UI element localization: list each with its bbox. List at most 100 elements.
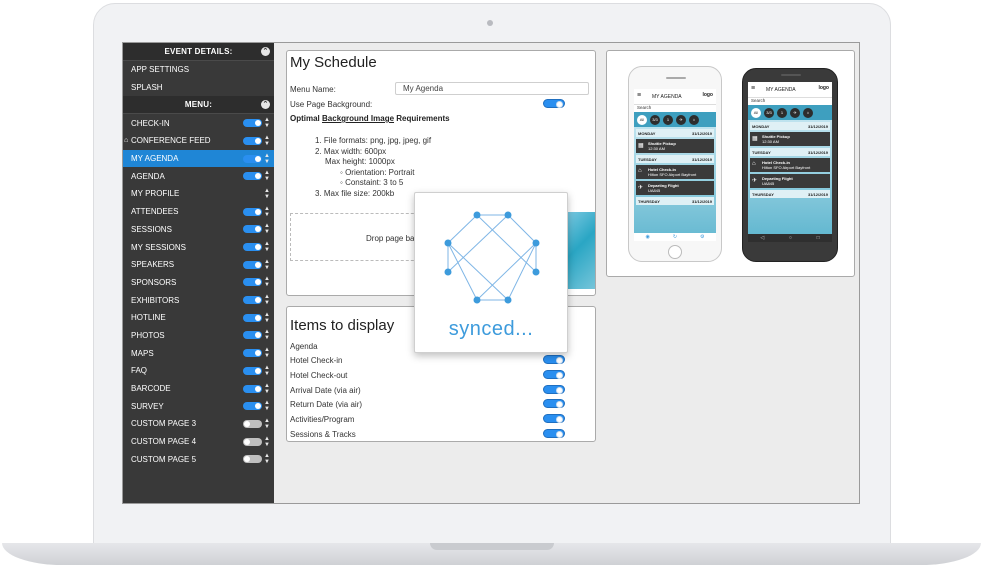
- sidebar-item-survey[interactable]: SURVEY ▲ ▼: [123, 397, 274, 415]
- sort-handle-icon[interactable]: ▲ ▼: [264, 135, 270, 147]
- sidebar-item-custom-page-4[interactable]: CUSTOM PAGE 4 ▲ ▼: [123, 433, 274, 451]
- sort-handle-icon[interactable]: ▲ ▼: [264, 365, 270, 377]
- plane-icon: ✈: [752, 178, 758, 184]
- sort-handle-icon[interactable]: ▲ ▼: [264, 153, 270, 165]
- sort-handle-icon[interactable]: ▲ ▼: [264, 117, 270, 129]
- sync-status-text: synced...: [448, 318, 534, 340]
- sidebar-item-splash[interactable]: SPLASH: [123, 79, 274, 97]
- sidebar-item-custom-page-3[interactable]: CUSTOM PAGE 3 ▲ ▼: [123, 415, 274, 433]
- event-details-header[interactable]: EVENT DETAILS: ⌃: [123, 43, 274, 61]
- event-details-label: EVENT DETAILS:: [164, 47, 233, 56]
- sidebar-item-my-profile[interactable]: MY PROFILE ▲ ▼: [123, 185, 274, 203]
- menu-item-toggle[interactable]: [243, 455, 262, 464]
- sidebar-item-speakers[interactable]: SPEAKERS ▲ ▼: [123, 256, 274, 274]
- menu-item-toggle[interactable]: [243, 384, 262, 393]
- sidebar-item-label: APP SETTINGS: [131, 65, 190, 75]
- hotel-icon: ⌂: [638, 168, 642, 174]
- sidebar-item-app-settings[interactable]: APP SETTINGS: [123, 61, 274, 79]
- sidebar: EVENT DETAILS: ⌃ APP SETTINGS SPLASH MENU…: [123, 43, 274, 503]
- sidebar-item-my-agenda[interactable]: MY AGENDA ▲ ▼: [123, 149, 274, 168]
- sidebar-item-attendees[interactable]: ATTENDEES ▲ ▼: [123, 203, 274, 221]
- sort-handle-icon[interactable]: ▲ ▼: [264, 223, 270, 235]
- preview-panel: ≡ MY AGENDA logo Search All 3/3 1 ✈ ⌂ MO…: [606, 50, 855, 277]
- display-item-toggle[interactable]: [543, 369, 565, 379]
- menu-item-toggle[interactable]: [243, 437, 262, 446]
- day-header: THURSDAY 31/12/2019: [750, 190, 830, 198]
- phone-home-button: [668, 245, 682, 259]
- menu-item-toggle[interactable]: [243, 136, 262, 145]
- background-image-link[interactable]: Background Image: [322, 114, 394, 123]
- menu-item-toggle[interactable]: [243, 119, 262, 128]
- sort-handle-icon[interactable]: ▲ ▼: [264, 400, 270, 412]
- sort-handle-icon[interactable]: ▲ ▼: [264, 206, 270, 218]
- phone-logo: logo: [702, 92, 713, 98]
- day-header: TUESDAY 31/12/2019: [750, 148, 830, 156]
- sidebar-item-conference-feed[interactable]: ⌂ CONFERENCE FEED ▲ ▼: [123, 132, 274, 150]
- sidebar-item-sponsors[interactable]: SPONSORS ▲ ▼: [123, 274, 274, 292]
- sort-handle-icon[interactable]: ▲ ▼: [264, 329, 270, 341]
- sort-handle-icon[interactable]: ▲ ▼: [264, 241, 270, 253]
- menu-name-input[interactable]: [395, 82, 589, 95]
- sidebar-item-my-sessions[interactable]: MY SESSIONS ▲ ▼: [123, 238, 274, 256]
- phone-agenda: MONDAY 31/12/2019 ▦ Shuttle Pickup 12:30 AM…: [634, 127, 716, 241]
- menu-item-toggle[interactable]: [243, 366, 262, 375]
- display-item-toggle[interactable]: [543, 399, 565, 409]
- sidebar-item-hotline[interactable]: HOTLINE ▲ ▼: [123, 309, 274, 327]
- filter-chip: 1: [777, 107, 787, 118]
- sidebar-item-agenda[interactable]: AGENDA ▲ ▼: [123, 167, 274, 185]
- phone-speaker: [781, 74, 801, 76]
- sort-handle-icon[interactable]: ▲ ▼: [264, 170, 270, 182]
- sort-handle-icon[interactable]: ▲ ▼: [264, 418, 270, 430]
- display-item-toggle[interactable]: [543, 384, 565, 394]
- phone-app-bar: ≡ MY AGENDA logo: [748, 82, 832, 97]
- menu-header[interactable]: MENU: ⌃: [123, 96, 274, 115]
- menu-item-toggle[interactable]: [243, 154, 262, 163]
- menu-item-toggle[interactable]: [243, 349, 262, 358]
- plane-icon: ✈: [790, 107, 800, 118]
- agenda-card: ▦ Shuttle Pickup 12:30 AM: [750, 132, 830, 146]
- display-item-toggle[interactable]: [543, 414, 565, 424]
- collapse-icon[interactable]: ⌃: [261, 47, 270, 56]
- sidebar-item-sessions[interactable]: SESSIONS ▲ ▼: [123, 221, 274, 239]
- agenda-card: ⌂ Hotel Check-in Hilton SFO Airport Bayfro…: [636, 165, 714, 179]
- sidebar-item-check-in[interactable]: CHECK-IN ▲ ▼: [123, 114, 274, 132]
- sidebar-item-barcode[interactable]: BARCODE ▲ ▼: [123, 380, 274, 398]
- sort-handle-icon[interactable]: ▲ ▼: [264, 347, 270, 359]
- sort-handle-icon[interactable]: ▲ ▼: [264, 188, 270, 200]
- menu-item-toggle[interactable]: [243, 313, 262, 322]
- day-header: THURSDAY 31/12/2019: [636, 197, 714, 205]
- sidebar-item-photos[interactable]: PHOTOS ▲ ▼: [123, 327, 274, 345]
- panel-title: My Schedule: [290, 54, 377, 71]
- menu-item-toggle[interactable]: [243, 225, 262, 234]
- sort-handle-icon[interactable]: ▲ ▼: [264, 312, 270, 324]
- filter-chip: All: [751, 107, 761, 118]
- menu-item-toggle[interactable]: [243, 419, 262, 428]
- sort-handle-icon[interactable]: ▲ ▼: [264, 436, 270, 448]
- menu-item-toggle[interactable]: [243, 207, 262, 216]
- use-bg-toggle[interactable]: [543, 99, 565, 108]
- sort-handle-icon[interactable]: ▲ ▼: [264, 383, 270, 395]
- filter-chip: 1: [663, 114, 673, 125]
- sort-handle-icon[interactable]: ▲ ▼: [264, 453, 270, 465]
- display-item-toggle[interactable]: [543, 355, 565, 364]
- sidebar-item-custom-page-5[interactable]: CUSTOM PAGE 5 ▲ ▼: [123, 450, 274, 468]
- sort-handle-icon[interactable]: ▲ ▼: [264, 276, 270, 288]
- collapse-icon[interactable]: ⌃: [261, 100, 270, 110]
- sort-handle-icon[interactable]: ▲ ▼: [264, 294, 270, 306]
- menu-item-toggle[interactable]: [243, 402, 262, 411]
- sort-handle-icon[interactable]: ▲ ▼: [264, 259, 270, 271]
- display-item-label: Hotel Check-in: [290, 356, 343, 365]
- menu-item-toggle[interactable]: [243, 172, 262, 181]
- sidebar-item-maps[interactable]: MAPS ▲ ▼: [123, 344, 274, 362]
- display-item-toggle[interactable]: [543, 429, 565, 438]
- sidebar-item-exhibitors[interactable]: EXHIBITORS ▲ ▼: [123, 291, 274, 309]
- requirements-title: Optimal Background Image Requirements: [290, 114, 450, 123]
- sidebar-item-faq[interactable]: FAQ ▲ ▼: [123, 362, 274, 380]
- menu-item-toggle[interactable]: [243, 278, 262, 287]
- home-icon: ⌂: [124, 137, 129, 145]
- menu-item-toggle[interactable]: [243, 331, 262, 340]
- menu-item-toggle[interactable]: [243, 243, 262, 252]
- phone-speaker: [666, 77, 686, 79]
- menu-item-toggle[interactable]: [243, 260, 262, 269]
- menu-item-toggle[interactable]: [243, 296, 262, 305]
